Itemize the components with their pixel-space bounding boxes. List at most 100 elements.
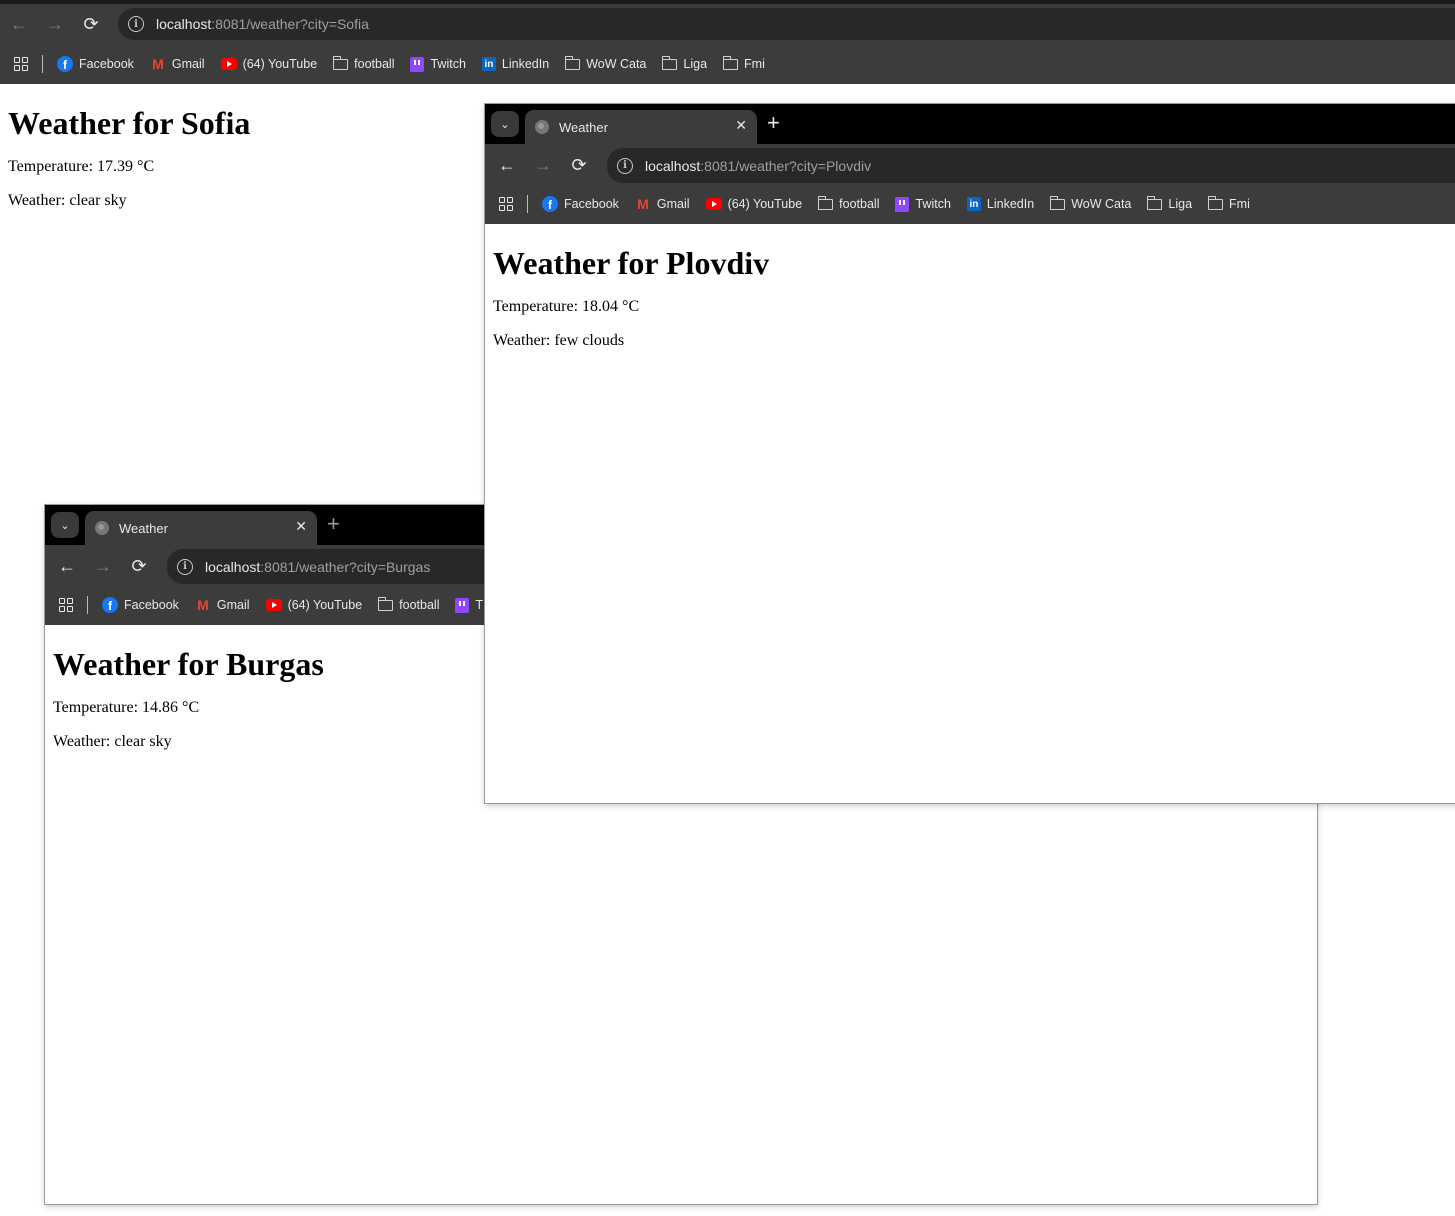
- twitch-icon: [895, 196, 910, 212]
- folder-icon: [722, 55, 739, 70]
- tab-search-button[interactable]: ⌄: [491, 111, 519, 137]
- facebook-icon: f: [57, 56, 73, 72]
- bookmark-gmail[interactable]: M Gmail: [635, 196, 690, 212]
- bookmark-facebook[interactable]: f Facebook: [57, 56, 134, 72]
- reload-button[interactable]: ⟳: [561, 148, 597, 184]
- tab-weather[interactable]: Weather ✕: [85, 511, 317, 545]
- forward-button[interactable]: →: [525, 148, 561, 184]
- back-button[interactable]: ←: [49, 549, 85, 585]
- url-path: :8081/weather?city=Burgas: [260, 558, 431, 575]
- url-host: localhost: [156, 16, 212, 32]
- twitch-icon: [455, 597, 470, 613]
- bookmark-label: (64) YouTube: [287, 598, 363, 612]
- back-button[interactable]: ←: [489, 148, 525, 184]
- bookmarks-bar: f Facebook M Gmail (64) YouTube football T…: [0, 44, 1455, 84]
- bookmark-twitch[interactable]: T: [455, 597, 484, 613]
- page-content-plovdiv: Weather for Plovdiv Temperature: 18.04 °…: [485, 224, 1455, 803]
- bookmark-facebook[interactable]: f Facebook: [102, 597, 179, 613]
- bookmark-gmail[interactable]: M Gmail: [150, 56, 205, 72]
- bookmark-youtube[interactable]: (64) YouTube: [220, 57, 318, 71]
- bookmark-label: T: [475, 598, 484, 612]
- bookmark-folder-wow-cata[interactable]: WoW Cata: [1049, 195, 1131, 211]
- folder-icon: [1146, 195, 1163, 210]
- youtube-icon: [265, 599, 282, 611]
- bookmark-folder-football[interactable]: football: [377, 596, 439, 612]
- sofia-toolbar: ← → ⟳ i localhost:8081/weather?city=Sofi…: [0, 4, 1455, 44]
- twitch-icon: [410, 56, 425, 72]
- bookmark-label: Liga: [1168, 197, 1193, 211]
- gmail-icon: M: [197, 597, 209, 613]
- bookmark-label: Liga: [683, 57, 708, 71]
- folder-icon: [564, 55, 581, 70]
- reload-icon: ⟳: [83, 13, 99, 34]
- bookmark-linkedin[interactable]: in LinkedIn: [481, 57, 549, 71]
- folder-icon: [1049, 195, 1066, 210]
- linkedin-icon: in: [966, 197, 981, 211]
- bookmark-folder-liga[interactable]: Liga: [1146, 195, 1193, 211]
- bookmark-facebook[interactable]: f Facebook: [542, 196, 619, 212]
- site-info-icon[interactable]: i: [177, 558, 193, 575]
- bookmark-twitch[interactable]: Twitch: [895, 196, 951, 212]
- bookmark-folder-fmi[interactable]: Fmi: [722, 55, 765, 71]
- reload-icon: ⟳: [131, 556, 147, 576]
- site-info-icon[interactable]: i: [128, 16, 144, 32]
- bookmark-folder-football[interactable]: football: [332, 55, 394, 71]
- reload-icon: ⟳: [571, 155, 587, 175]
- facebook-icon: f: [102, 597, 118, 613]
- new-tab-button[interactable]: +: [767, 112, 780, 134]
- tab-search-button[interactable]: ⌄: [51, 512, 79, 538]
- bookmark-folder-liga[interactable]: Liga: [661, 55, 708, 71]
- forward-button[interactable]: →: [37, 6, 73, 42]
- bookmark-linkedin[interactable]: in LinkedIn: [966, 197, 1035, 211]
- folder-icon: [332, 55, 349, 70]
- bookmarks-separator: [42, 55, 43, 73]
- bookmark-label: Gmail: [656, 197, 690, 211]
- bookmark-label: Fmi: [1229, 197, 1250, 211]
- address-bar[interactable]: i localhost:8081/weather?city=Sofia: [118, 8, 1455, 40]
- bookmark-label: Twitch: [430, 57, 466, 71]
- address-bar[interactable]: i localhost:8081/weather?city=Plovdiv: [607, 148, 1455, 183]
- bookmark-label: Twitch: [915, 197, 951, 211]
- folder-icon: [1207, 195, 1224, 210]
- bookmark-label: Facebook: [124, 598, 179, 612]
- bookmark-twitch[interactable]: Twitch: [410, 56, 466, 72]
- apps-grid-icon[interactable]: [59, 598, 73, 612]
- bookmark-gmail[interactable]: M Gmail: [195, 597, 250, 613]
- bookmark-label: (64) YouTube: [242, 57, 318, 71]
- bookmark-label: Gmail: [216, 598, 250, 612]
- apps-grid-icon[interactable]: [14, 57, 28, 71]
- site-info-icon[interactable]: i: [617, 157, 633, 174]
- bookmark-folder-football[interactable]: football: [817, 195, 879, 211]
- bookmark-folder-wow-cata[interactable]: WoW Cata: [564, 55, 646, 71]
- bookmark-label: LinkedIn: [986, 197, 1035, 211]
- bookmark-youtube[interactable]: (64) YouTube: [705, 197, 802, 211]
- reload-button[interactable]: ⟳: [73, 6, 109, 42]
- back-button[interactable]: ←: [1, 6, 37, 42]
- arrow-right-icon: →: [46, 13, 64, 34]
- arrow-left-icon: ←: [10, 13, 28, 34]
- bookmarks-separator: [87, 596, 88, 614]
- folder-icon: [377, 596, 394, 611]
- close-tab-button[interactable]: ✕: [295, 518, 307, 535]
- close-tab-button[interactable]: ✕: [735, 117, 747, 134]
- youtube-icon: [220, 58, 237, 70]
- browser-window-plovdiv: ⌄ Weather ✕ + ← → ⟳ i localhost:8081/wea…: [485, 104, 1455, 803]
- url-host: localhost: [645, 157, 701, 174]
- arrow-right-icon: →: [534, 155, 552, 175]
- bookmark-youtube[interactable]: (64) YouTube: [265, 598, 363, 612]
- reload-button[interactable]: ⟳: [121, 549, 157, 585]
- new-tab-button[interactable]: +: [327, 513, 340, 535]
- url-path: :8081/weather?city=Plovdiv: [700, 157, 872, 174]
- arrow-left-icon: ←: [58, 556, 76, 576]
- gmail-icon: M: [637, 196, 649, 212]
- globe-icon: [95, 521, 109, 535]
- chevron-down-icon: ⌄: [60, 519, 70, 532]
- arrow-left-icon: ←: [498, 155, 516, 175]
- tab-weather[interactable]: Weather ✕: [525, 110, 757, 144]
- forward-button[interactable]: →: [85, 549, 121, 585]
- page-heading: Weather for Plovdiv: [493, 245, 770, 281]
- apps-grid-icon[interactable]: [499, 197, 513, 211]
- bookmark-folder-fmi[interactable]: Fmi: [1207, 195, 1250, 211]
- url-host: localhost: [205, 558, 261, 575]
- temperature-text: Temperature: 18.04 °C: [493, 298, 640, 315]
